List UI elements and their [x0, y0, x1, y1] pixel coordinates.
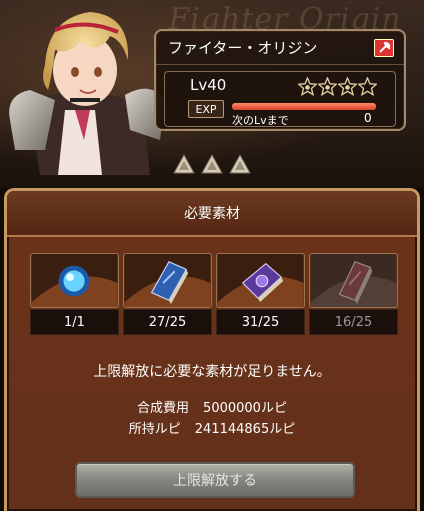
star-filled-icon: [318, 77, 337, 96]
blue-orb-icon: [30, 253, 119, 308]
material-item[interactable]: 27/25: [123, 253, 212, 335]
exp-bar-fill: [232, 103, 376, 110]
uncap-button-label: 上限解放する: [173, 473, 257, 489]
star-filled-icon: [298, 77, 317, 96]
owned-label: 所持ルピ: [128, 422, 181, 437]
axe-icon: [374, 39, 394, 57]
panel-title: 必要素材: [7, 191, 417, 237]
star-filled-icon: [338, 77, 357, 96]
material-count: 27/25: [123, 309, 212, 335]
material-count: 1/1: [30, 309, 119, 335]
uncap-button[interactable]: 上限解放する: [75, 462, 355, 498]
job-name-row: ファイター・オリジン: [156, 31, 404, 65]
material-count: 16/25: [309, 309, 398, 335]
purple-tome-icon: [216, 253, 305, 308]
material-item[interactable]: 1/1: [30, 253, 119, 335]
uncap-triangle-icon: [201, 154, 223, 174]
blue-tome-icon: [123, 253, 212, 308]
exp-badge: EXP: [188, 100, 224, 118]
insufficient-materials-message: 上限解放に必要な素材が足りません。: [93, 364, 331, 380]
red-tome-icon: [309, 253, 398, 308]
material-item[interactable]: 31/25: [216, 253, 305, 335]
job-name: ファイター・オリジン: [168, 39, 318, 57]
material-item[interactable]: 16/25: [309, 253, 398, 335]
uncap-triangle-icon: [229, 154, 251, 174]
cost-label: 合成費用: [137, 401, 190, 416]
materials-list: 1/1 27/25 31/25 16/25: [30, 253, 398, 335]
cost-line: 合成費用 5000000ルピ: [7, 397, 417, 416]
rank-stars: [298, 77, 377, 96]
character-banner: Fighter Origin ファイター・オリジン Lv40 EXP 次のLvま…: [0, 0, 424, 188]
next-level-value: 0: [364, 111, 372, 125]
exp-bar: [232, 103, 376, 110]
owned-value: 241144865ルピ: [194, 422, 296, 437]
level-label: Lv40: [190, 76, 227, 94]
star-empty-icon: [358, 77, 377, 96]
uncap-panel: 必要素材 1/1 27/25 31/25 16/25 上限解放に必要な素材が足り…: [4, 188, 420, 511]
uncap-indicators: [173, 154, 251, 174]
cost-value: 5000000ルピ: [203, 401, 287, 416]
owned-line: 所持ルピ 241144865ルピ: [7, 418, 417, 437]
material-count: 31/25: [216, 309, 305, 335]
uncap-triangle-icon: [173, 154, 195, 174]
next-level-label: 次のLvまで: [232, 114, 289, 127]
character-portrait: [9, 12, 165, 175]
